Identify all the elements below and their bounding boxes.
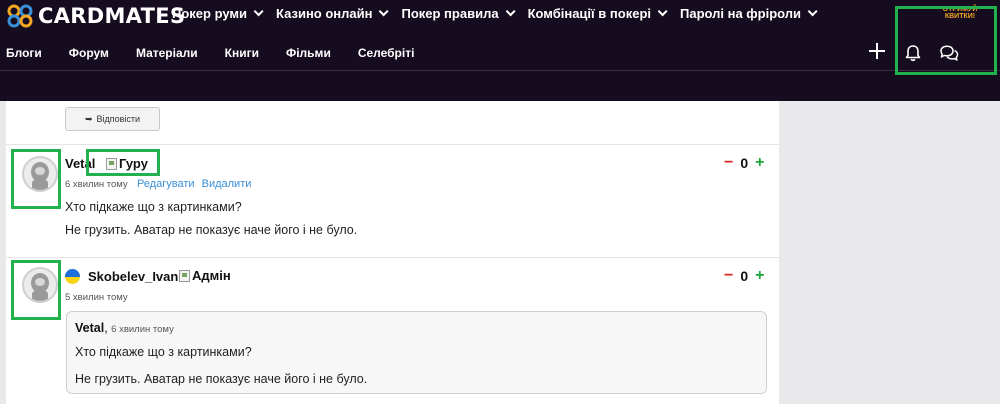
nav-item-combinations[interactable]: Комбінації в покері — [527, 6, 668, 21]
nav-divider — [0, 70, 1000, 71]
comment-text-line: Не грузить. Аватар не показує наче його … — [65, 223, 358, 237]
sub-nav-films[interactable]: Фільми — [286, 46, 331, 60]
vote-score: 0 — [740, 268, 749, 284]
quote-author[interactable]: Vetal — [75, 321, 104, 335]
quote-time: 6 хвилин тому — [111, 324, 174, 335]
nav-item-label: Комбінації в покері — [527, 6, 651, 21]
vote-down-button[interactable]: − — [724, 267, 733, 285]
logo[interactable]: CARDMATES — [6, 4, 185, 28]
reply-button[interactable]: ➥ Відповісти — [65, 107, 160, 131]
nav-item-label: Казино онлайн — [276, 6, 373, 21]
chevron-down-icon — [379, 6, 390, 17]
sidebar — [779, 101, 1000, 404]
nav-item-label: Покер руми — [172, 6, 248, 21]
brand-name: CARDMATES — [38, 4, 186, 28]
sub-nav: Блоги Форум Матеріали Книги Фільми Селеб… — [6, 46, 441, 60]
vote-widget: − 0 + — [724, 154, 764, 172]
highlight-box-header-icons — [895, 6, 997, 75]
sub-nav-celebrities[interactable]: Селебріті — [358, 46, 415, 60]
quote-header: Vetal, 6 хвилин тому — [75, 321, 174, 335]
comment-divider — [6, 257, 779, 258]
nav-item-casino[interactable]: Казино онлайн — [276, 6, 390, 21]
comment-time: 6 хвилин тому — [65, 179, 128, 190]
ukraine-flag-icon — [65, 269, 80, 284]
sub-nav-blogs[interactable]: Блоги — [6, 46, 42, 60]
comment-text-line: Хто підкаже що з картинками? — [65, 200, 242, 214]
logo-icon — [7, 4, 33, 28]
nav-item-poker-rules[interactable]: Покер правила — [401, 6, 516, 21]
vote-widget: − 0 + — [724, 267, 764, 285]
main-nav: Покер руми Казино онлайн Покер правила К… — [172, 6, 830, 21]
comment-time: 5 хвилин тому — [65, 292, 128, 303]
comment-author[interactable]: Skobelev_Ivan — [88, 269, 178, 284]
site-header: CARDMATES Покер руми Казино онлайн Покер… — [0, 0, 1000, 101]
chevron-down-icon — [505, 6, 516, 17]
nav-item-label: Паролі на фріроли — [680, 6, 802, 21]
chevron-down-icon — [657, 6, 668, 17]
sub-nav-materials[interactable]: Матеріали — [136, 46, 198, 60]
rank-badge: Адмін — [179, 268, 231, 283]
vote-up-button[interactable]: + — [755, 154, 764, 172]
broken-image-icon — [179, 269, 190, 282]
sub-nav-books[interactable]: Книги — [225, 46, 259, 60]
sub-nav-forum[interactable]: Форум — [69, 46, 109, 60]
nav-item-label: Покер правила — [401, 6, 499, 21]
reply-button-label: Відповісти — [96, 114, 141, 124]
quote-text-line: Не грузить. Аватар не показує наче його … — [75, 372, 368, 386]
comment-divider — [6, 144, 779, 145]
chevron-down-icon — [807, 6, 818, 17]
highlight-box-badge — [86, 149, 160, 176]
plus-icon[interactable] — [869, 43, 885, 59]
vote-down-button[interactable]: − — [724, 154, 733, 172]
vote-up-button[interactable]: + — [755, 267, 764, 285]
rank-badge-label: Адмін — [192, 268, 231, 283]
quoted-comment: Vetal, 6 хвилин тому Хто підкаже що з ка… — [66, 311, 767, 394]
highlight-box-avatar — [11, 260, 61, 320]
nav-item-poker-rooms[interactable]: Покер руми — [172, 6, 264, 21]
highlight-box-avatar — [11, 149, 61, 209]
comments-panel: ➥ Відповісти Vetal Гуру 6 хвилин тому Ре… — [6, 101, 779, 404]
comment-actions: Редагувати Видалити — [137, 178, 255, 190]
nav-item-freeroll-passwords[interactable]: Паролі на фріроли — [680, 6, 818, 21]
vote-score: 0 — [740, 155, 749, 171]
edit-link[interactable]: Редагувати — [137, 178, 195, 190]
reply-arrow-icon: ➥ — [84, 113, 93, 124]
quote-text-line: Хто підкаже що з картинками? — [75, 345, 252, 359]
chevron-down-icon — [253, 6, 264, 17]
delete-link[interactable]: Видалити — [202, 178, 252, 190]
